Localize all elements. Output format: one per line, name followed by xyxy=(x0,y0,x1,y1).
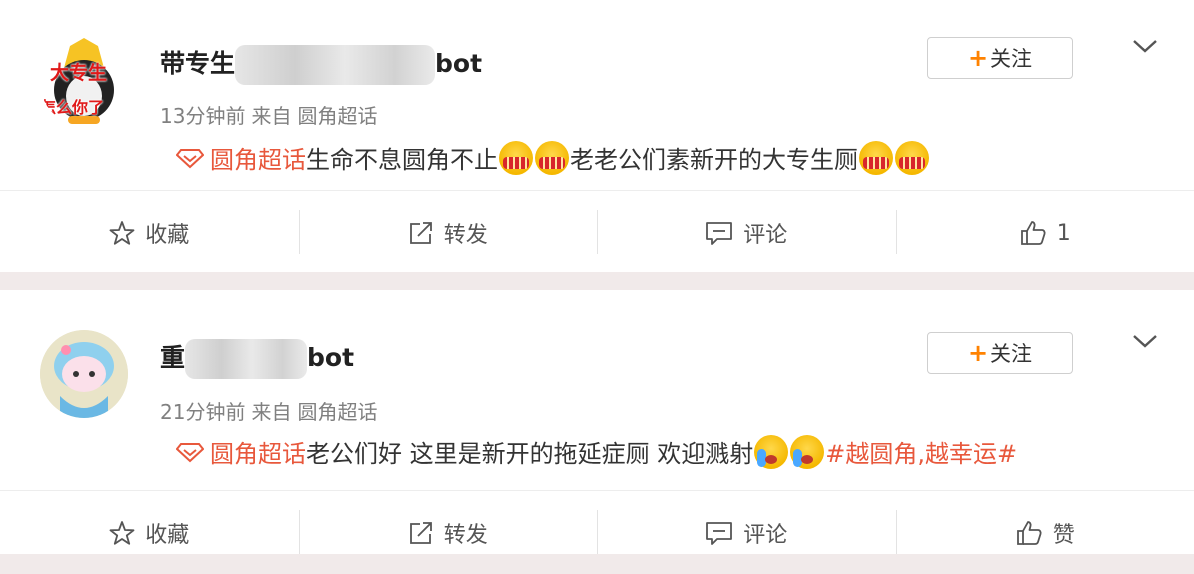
emoji-icon xyxy=(535,141,569,175)
repost-button[interactable]: 转发 xyxy=(299,492,598,574)
share-icon xyxy=(408,220,434,246)
username[interactable]: 带专生 bot xyxy=(160,44,482,85)
comment-label: 评论 xyxy=(743,517,787,549)
redacted-name-blur xyxy=(235,45,435,85)
action-bar: 收藏 转发 评论 赞 xyxy=(0,492,1194,574)
emoji-icon xyxy=(754,435,788,469)
like-button[interactable]: 1 xyxy=(896,192,1194,274)
emoji-icon xyxy=(895,141,929,175)
comment-button[interactable]: 评论 xyxy=(597,492,896,574)
follow-label: 关注 xyxy=(990,43,1032,73)
avatar[interactable]: 大专生 怎么你了 xyxy=(40,38,128,126)
star-icon xyxy=(109,220,135,246)
post-card-1: 大专生 怎么你了 带专生bot 13分钟前来自圆角超话 +关注 圆角超话 生命不… xyxy=(0,0,1194,272)
like-count: 1 xyxy=(1057,221,1071,246)
comment-icon xyxy=(705,220,733,246)
avatar-image xyxy=(40,330,128,418)
source-link[interactable]: 圆角超话 xyxy=(297,400,377,424)
comment-icon xyxy=(705,520,733,546)
post-time[interactable]: 13分钟前 xyxy=(160,104,245,128)
collect-label: 收藏 xyxy=(145,217,189,249)
share-icon xyxy=(408,520,434,546)
thumbs-up-icon xyxy=(1019,219,1047,247)
post-content: 圆角超话 老公们好 这里是新开的拖延症厕 欢迎溅射 #越圆角,越幸运# xyxy=(176,434,1017,469)
post-text-a: 老公们好 这里是新开的拖延症厕 欢迎溅射 xyxy=(306,434,753,469)
chevron-down-icon[interactable] xyxy=(1132,38,1158,54)
username-prefix: 带专生 xyxy=(160,49,235,78)
like-button[interactable]: 赞 xyxy=(896,492,1194,574)
avatar-caption-bottom: 怎么你了 xyxy=(40,94,104,118)
plus-icon: + xyxy=(968,46,988,70)
avatar-caption-top: 大专生 xyxy=(50,58,107,85)
post-content: 圆角超话 生命不息圆角不止 老老公们素新开的大专生厕 xyxy=(176,140,930,175)
thumbs-up-icon xyxy=(1015,519,1043,547)
post-meta: 13分钟前来自圆角超话 xyxy=(160,100,383,129)
follow-label: 关注 xyxy=(990,338,1032,368)
divider xyxy=(0,490,1194,491)
supertopic-icon xyxy=(176,441,204,463)
topic-link[interactable]: 圆角超话 xyxy=(210,140,306,175)
collect-button[interactable]: 收藏 xyxy=(0,192,299,274)
hashtag-link[interactable]: #越圆角,越幸运# xyxy=(825,434,1017,469)
topic-link[interactable]: 圆角超话 xyxy=(210,434,306,469)
star-icon xyxy=(109,520,135,546)
source-label: 来自 xyxy=(251,400,291,424)
avatar[interactable] xyxy=(40,330,128,418)
emoji-icon xyxy=(790,435,824,469)
repost-label: 转发 xyxy=(444,217,488,249)
repost-button[interactable]: 转发 xyxy=(299,192,598,274)
collect-button[interactable]: 收藏 xyxy=(0,492,299,574)
source-label: 来自 xyxy=(251,104,291,128)
post-card-2: 重bot 21分钟前来自圆角超话 +关注 圆角超话 老公们好 这里是新开的拖延症… xyxy=(0,290,1194,554)
comment-button[interactable]: 评论 xyxy=(597,192,896,274)
follow-button[interactable]: +关注 xyxy=(927,37,1073,79)
supertopic-icon xyxy=(176,147,204,169)
divider xyxy=(0,190,1194,191)
emoji-icon xyxy=(499,141,533,175)
post-time[interactable]: 21分钟前 xyxy=(160,400,245,424)
emoji-icon xyxy=(859,141,893,175)
chevron-down-icon[interactable] xyxy=(1132,333,1158,349)
username[interactable]: 重 bot xyxy=(160,338,354,379)
comment-label: 评论 xyxy=(743,217,787,249)
username-suffix: bot xyxy=(307,343,354,372)
post-meta: 21分钟前来自圆角超话 xyxy=(160,396,383,425)
post-text-b: 老老公们素新开的大专生厕 xyxy=(570,140,858,175)
like-label: 赞 xyxy=(1053,517,1075,549)
follow-button[interactable]: +关注 xyxy=(927,332,1073,374)
redacted-name-blur xyxy=(185,339,307,379)
repost-label: 转发 xyxy=(444,517,488,549)
source-link[interactable]: 圆角超话 xyxy=(297,104,377,128)
username-prefix: 重 xyxy=(160,343,185,372)
collect-label: 收藏 xyxy=(145,517,189,549)
username-suffix: bot xyxy=(435,49,482,78)
post-text-a: 生命不息圆角不止 xyxy=(306,140,498,175)
action-bar: 收藏 转发 评论 1 xyxy=(0,192,1194,274)
plus-icon: + xyxy=(968,341,988,365)
